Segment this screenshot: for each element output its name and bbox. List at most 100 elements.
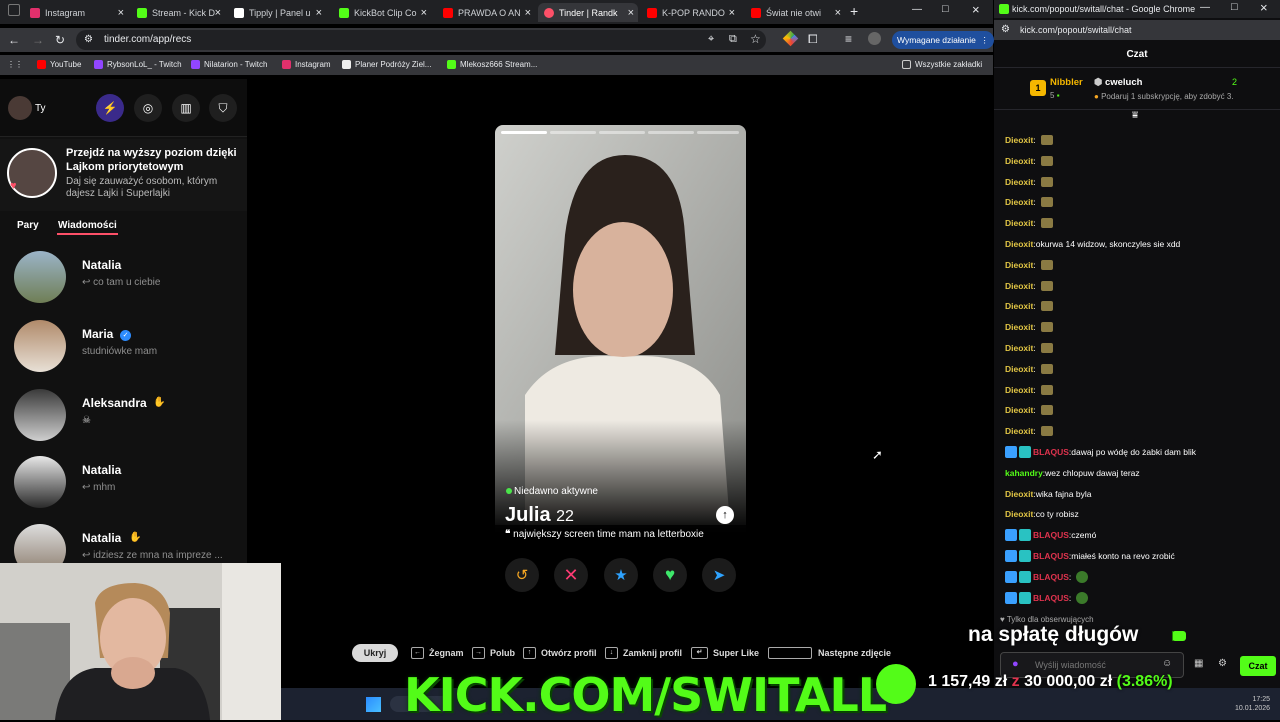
action-required-button[interactable]: Wymagane działanie ⋮	[892, 31, 994, 49]
tab-youtube-kpop[interactable]: K-POP RANDO ×	[641, 3, 739, 22]
new-tab-button[interactable]: +	[850, 3, 858, 19]
taskbar-clock[interactable]: 17:25 10.01.2026	[1235, 695, 1270, 713]
message-item[interactable]: Natalia ↩ mhm	[0, 449, 247, 515]
settings-icon[interactable]: ⚙	[1218, 658, 1227, 669]
chat-username[interactable]: Dieoxit	[1005, 489, 1033, 499]
chat-username[interactable]: Dieoxit	[1005, 281, 1033, 291]
chat-username[interactable]: Dieoxit	[1005, 135, 1033, 145]
avatar[interactable]	[8, 96, 32, 120]
chat-url-bar[interactable]: kick.com/popout/switall/chat	[994, 20, 1280, 40]
close-icon[interactable]: ×	[421, 7, 427, 19]
chat-username[interactable]: Dieoxit	[1005, 197, 1033, 207]
super-like-button[interactable]: ★	[604, 558, 638, 592]
tab-kickbot[interactable]: KickBot Clip Co ×	[333, 3, 431, 22]
chat-username[interactable]: Dieoxit	[1005, 301, 1033, 311]
bookmark-nilatarion[interactable]: Nilatarion - Twitch	[191, 60, 267, 69]
shield-icon[interactable]: ⛉	[209, 94, 237, 122]
minimize-button[interactable]: —	[1200, 2, 1210, 13]
close-window-button[interactable]: ×	[972, 2, 980, 17]
tab-search-icon[interactable]	[8, 4, 20, 16]
hide-shortcuts-button[interactable]: Ukryj	[352, 644, 398, 662]
message-item[interactable]: Natalia ✋ ↩ idziesz ze mna na impreze ...	[0, 517, 247, 563]
chat-username[interactable]: Dieoxit	[1005, 426, 1033, 436]
maximize-button[interactable]: □	[942, 3, 949, 15]
close-icon[interactable]: ×	[118, 7, 124, 19]
bookmark-rybson[interactable]: RybsonLoL_ - Twitch	[94, 60, 182, 69]
site-info-icon[interactable]: ⚙	[84, 34, 93, 45]
apps-icon[interactable]: ⋮⋮	[7, 60, 23, 69]
close-window-button[interactable]: ×	[1260, 0, 1268, 15]
chat-username[interactable]: BLAQUS	[1033, 447, 1069, 457]
location-icon[interactable]: ⌖	[708, 33, 714, 46]
close-icon[interactable]: ×	[316, 7, 322, 19]
chat-username[interactable]: Dieoxit	[1005, 156, 1033, 166]
chat-username[interactable]: BLAQUS	[1033, 551, 1069, 561]
profile-label[interactable]: Ty	[35, 103, 46, 114]
gift-icon[interactable]: ▦	[1194, 658, 1203, 669]
tab-tipply[interactable]: Tipply | Panel u ×	[228, 3, 326, 22]
tab-youtube-swiat[interactable]: Świat nie otwi ×	[745, 3, 845, 22]
close-icon[interactable]: ×	[628, 7, 634, 19]
chat-filter-icon[interactable]: ⩸	[1132, 110, 1138, 121]
microphone-icon[interactable]: ●	[1012, 658, 1019, 670]
chat-username[interactable]: Dieoxit	[1005, 405, 1033, 415]
back-icon[interactable]: ←	[8, 33, 20, 47]
briefcase-icon[interactable]: ▥	[172, 94, 200, 122]
message-item[interactable]: Aleksandra ✋ ☠	[0, 382, 247, 448]
chat-username[interactable]: Dieoxit	[1005, 260, 1033, 270]
youtube-icon	[37, 60, 46, 69]
forward-icon[interactable]: →	[32, 33, 44, 47]
boost-icon[interactable]: ⚡	[96, 94, 124, 122]
message-item[interactable]: Natalia ↩ co tam u ciebie	[0, 244, 247, 310]
send-boost-button[interactable]: ➤	[702, 558, 736, 592]
cast-icon[interactable]: ⧉	[729, 33, 737, 46]
message-item[interactable]: Maria ✓ studniówke mam	[0, 313, 247, 379]
chat-username[interactable]: Dieoxit	[1005, 177, 1033, 187]
tab-tinder[interactable]: Tinder | Randk ×	[538, 3, 638, 22]
bookmark-instagram[interactable]: Instagram	[282, 60, 331, 69]
explore-icon[interactable]: ◎	[134, 94, 162, 122]
windows-start-icon[interactable]	[366, 697, 381, 712]
all-bookmarks[interactable]: Wszystkie zakładki	[902, 60, 982, 69]
reload-icon[interactable]: ↻	[55, 33, 65, 47]
chat-username[interactable]: Dieoxit	[1005, 343, 1033, 353]
chat-username[interactable]: Dieoxit	[1005, 218, 1033, 228]
media-icon[interactable]: ≡	[845, 32, 852, 46]
chat-username[interactable]: BLAQUS	[1033, 593, 1069, 603]
gifter-name: cweluch	[1104, 77, 1143, 88]
minimize-button[interactable]: —	[912, 4, 922, 15]
like-button[interactable]: ♥	[653, 558, 687, 592]
chat-username[interactable]: BLAQUS	[1033, 530, 1069, 540]
bookmark-star-icon[interactable]: ☆	[750, 32, 761, 46]
maximize-button[interactable]: □	[1231, 1, 1238, 13]
extensions-icon[interactable]: ⧠	[808, 32, 818, 47]
tab-matches[interactable]: Pary	[17, 220, 39, 231]
chat-separator: :	[1033, 426, 1036, 437]
gift-offer[interactable]: ● Podaruj 1 subskrypcję, aby zdobyć 3.	[1094, 92, 1234, 101]
chat-username[interactable]: BLAQUS	[1033, 572, 1069, 582]
bookmark-mlekosz[interactable]: Mlekosz666 Stream...	[447, 60, 537, 69]
tab-youtube-prawda[interactable]: PRAWDA O AN ×	[437, 3, 535, 22]
chat-username[interactable]: kahandry	[1005, 468, 1043, 478]
chat-username[interactable]: Dieoxit	[1005, 364, 1033, 374]
rewind-button[interactable]: ↺	[505, 558, 539, 592]
bookmark-planer[interactable]: Planer Podróży Ziel...	[342, 60, 431, 69]
url-bar[interactable]: tinder.com/app/recs	[76, 30, 766, 50]
close-icon[interactable]: ×	[835, 7, 841, 19]
nope-button[interactable]: ✕	[554, 558, 588, 592]
chat-username[interactable]: Dieoxit	[1005, 322, 1033, 332]
profile-avatar[interactable]	[868, 32, 881, 45]
close-icon[interactable]: ×	[525, 7, 531, 19]
chat-username[interactable]: Dieoxit	[1005, 509, 1033, 519]
chat-username[interactable]: Dieoxit	[1005, 385, 1033, 395]
tab-messages[interactable]: Wiadomości	[58, 220, 117, 231]
tab-kick-stream[interactable]: Stream - Kick D ×	[131, 3, 225, 22]
send-chat-button[interactable]: Czat	[1240, 656, 1276, 676]
open-profile-icon[interactable]: ↑	[716, 506, 734, 524]
close-icon[interactable]: ×	[215, 7, 221, 19]
bookmark-youtube[interactable]: YouTube	[37, 60, 81, 69]
close-icon[interactable]: ×	[729, 7, 735, 19]
chat-username[interactable]: Dieoxit	[1005, 239, 1033, 249]
emoji-icon[interactable]: ☺	[1162, 658, 1172, 669]
tab-instagram[interactable]: Instagram ×	[24, 3, 128, 22]
